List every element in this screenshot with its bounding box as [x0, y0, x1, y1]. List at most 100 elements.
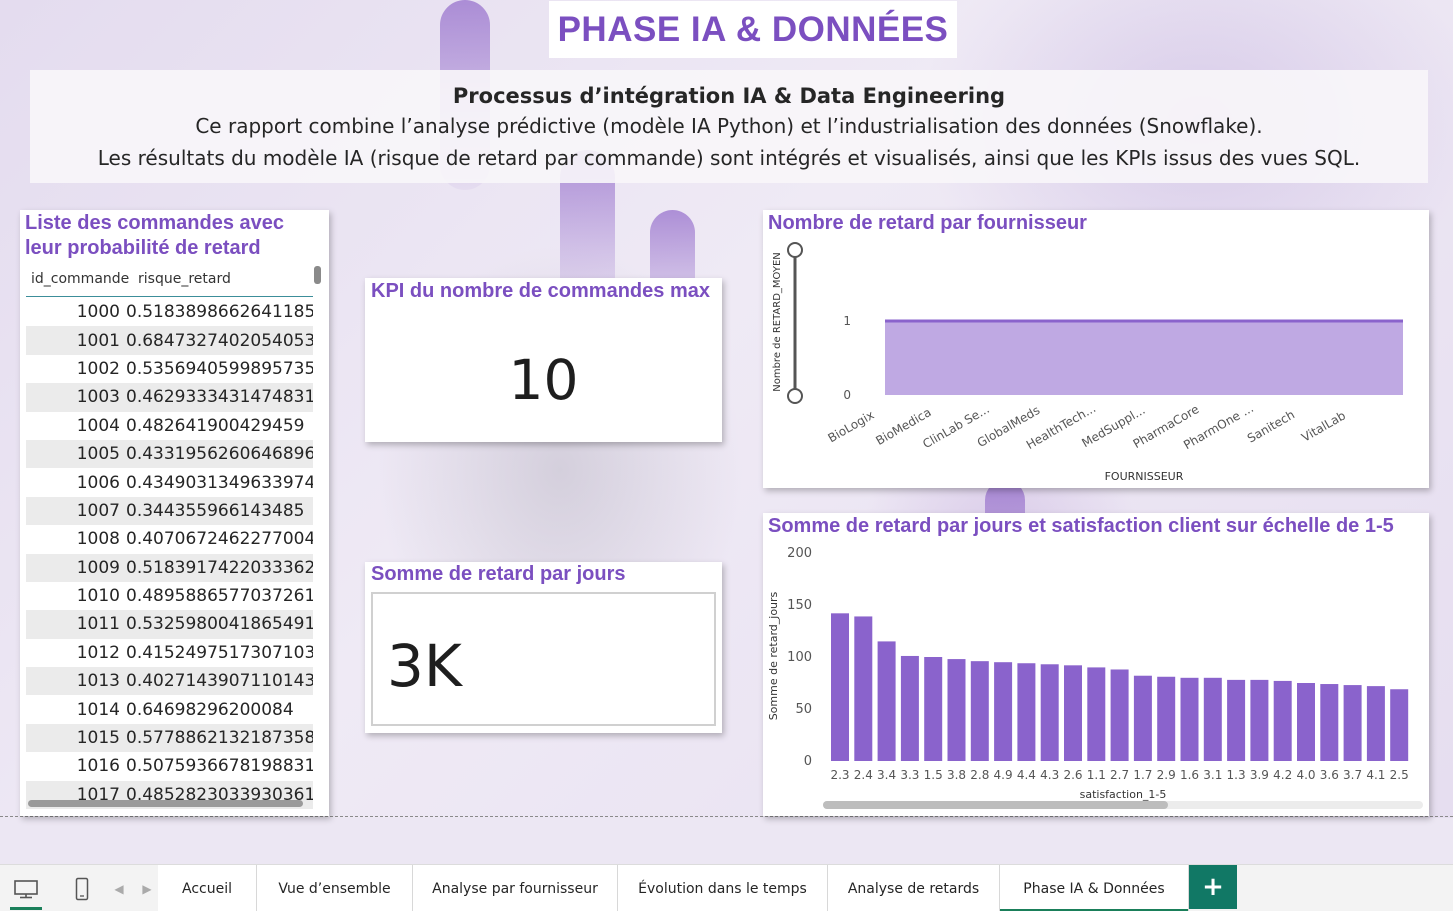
x-tick-label: 2.9 — [1157, 768, 1176, 782]
table-row[interactable]: 1007 0.344355966143485 — [26, 496, 313, 526]
table-row[interactable]: 1014 0.64698296200084 — [26, 695, 313, 723]
tab-accueil[interactable]: Accueil — [158, 865, 257, 911]
bar — [1133, 675, 1152, 761]
bar — [854, 616, 873, 761]
cell-risque-retard: 0.5183898662641185 — [126, 302, 313, 323]
table-row[interactable]: 1006 0.43490313496339744 — [26, 468, 313, 496]
cell-id-commande: 1008 — [76, 529, 120, 550]
cell-id-commande: 1003 — [76, 387, 120, 408]
x-tick-label: 2.4 — [854, 768, 873, 782]
bar — [994, 662, 1013, 761]
bar — [1017, 663, 1036, 761]
y-axis-label: Somme de retard_jours — [767, 591, 780, 720]
x-axis-label: FOURNISSEUR — [1105, 470, 1184, 483]
satisfaction-delay-chart-card[interactable]: Somme de retard par jours et satisfactio… — [763, 513, 1429, 816]
table-row[interactable]: 1008 0.40706724622770046 — [26, 525, 313, 553]
cell-id-commande: 1013 — [76, 671, 120, 692]
y-axis-label: Nombre de RETARD_MOYEN — [772, 252, 783, 392]
bar — [1203, 677, 1222, 761]
chevron-right-icon[interactable]: ▶ — [140, 865, 154, 911]
mobile-icon[interactable] — [70, 865, 94, 911]
column-header-risk[interactable]: risque_retard — [138, 271, 231, 287]
page-tab-bar: ◀ ▶ Accueil Vue d’ensemble Analyse par f… — [0, 864, 1453, 911]
bar — [1227, 679, 1246, 761]
table-body: 1000 0.5183898662641185 1001 0.684732740205… — [26, 298, 313, 810]
chevron-left-icon[interactable]: ◀ — [112, 865, 126, 911]
x-tick-label: 1.1 — [1087, 768, 1106, 782]
supplier-delay-chart: Nombre de RETARD_MOYEN01BioLogixBioMedic… — [772, 242, 1403, 483]
table-row[interactable]: 1012 0.4152497517307103 — [26, 639, 313, 667]
table-row[interactable]: 1013 0.4027143907110143 — [26, 667, 313, 696]
x-tick-label: 1.6 — [1180, 768, 1199, 782]
bar — [947, 659, 966, 761]
x-tick-label: 3.9 — [1250, 768, 1269, 782]
bar — [831, 613, 849, 761]
orders-table-title: Liste des commandes avec leur probabilit… — [25, 212, 285, 259]
cell-risque-retard: 0.5356940599895735 — [126, 358, 313, 379]
x-tick-label: 3.1 — [1203, 768, 1222, 782]
x-tick-label: 3.8 — [947, 768, 966, 782]
table-row[interactable]: 1010 0.4895886577037261 — [26, 582, 313, 610]
table-row[interactable]: 1002 0.5356940599895735 — [26, 355, 313, 383]
bar — [1087, 667, 1106, 761]
kpi-delay-sum-card[interactable]: Somme de retard par jours 3K — [365, 562, 722, 733]
kpi-delay-sum-frame: 3K — [371, 592, 716, 726]
cell-id-commande: 1016 — [76, 756, 120, 777]
kpi-max-orders-title: KPI du nombre de commandes max — [371, 280, 710, 302]
cell-id-commande: 1006 — [76, 472, 120, 493]
table-row[interactable]: 1001 0.6847327402054053 — [26, 326, 313, 355]
table-row[interactable]: 1009 0.5183917422033362 — [26, 553, 313, 582]
table-row[interactable]: 1016 0.5075936678198831 — [26, 752, 313, 780]
cell-risque-retard: 0.482641900429459 — [126, 415, 305, 436]
cell-id-commande: 1014 — [76, 699, 120, 720]
description-line-2: Les résultats du modèle IA (risque de re… — [97, 146, 1361, 170]
supplier-delay-chart-card[interactable]: Nombre de retard par fournisseur Nombre … — [763, 210, 1429, 488]
desktop-icon[interactable] — [8, 865, 44, 911]
x-tick-label: 2.5 — [1390, 768, 1409, 782]
kpi-delay-sum-title: Somme de retard par jours — [371, 563, 626, 585]
table-row[interactable]: 1004 0.482641900429459 — [26, 412, 313, 440]
cell-id-commande: 1010 — [76, 586, 120, 607]
y-tick-label: 0 — [804, 754, 812, 769]
cell-id-commande: 1009 — [76, 557, 120, 578]
y-zoom-slider-handle — [787, 242, 803, 258]
vertical-scrollbar[interactable] — [314, 266, 321, 284]
tab-phase-ia-donnees[interactable]: Phase IA & Données — [1000, 865, 1189, 911]
horizontal-scrollbar-thumb — [823, 801, 1168, 809]
orders-table-card[interactable]: Liste des commandes avec leur probabilit… — [20, 210, 329, 816]
x-tick-label: 3.6 — [1320, 768, 1339, 782]
cell-risque-retard: 0.5183917422033362 — [126, 557, 313, 578]
tab-vue-ensemble[interactable]: Vue d’ensemble — [257, 865, 413, 911]
column-header-id[interactable]: id_commande — [31, 271, 129, 287]
y-tick-label: 0 — [843, 388, 851, 402]
horizontal-scrollbar[interactable] — [28, 800, 303, 807]
cell-risque-retard: 0.64698296200084 — [126, 699, 294, 720]
description-box: Processus d’intégration IA & Data Engine… — [30, 70, 1428, 183]
tab-analyse-retards[interactable]: Analyse de retards — [828, 865, 1000, 911]
cell-risque-retard: 0.4895886577037261 — [126, 586, 313, 607]
bar — [1390, 689, 1409, 761]
tab-analyse-fournisseur[interactable]: Analyse par fournisseur — [413, 865, 618, 911]
table-row[interactable]: 1000 0.5183898662641185 — [26, 298, 313, 326]
cell-id-commande: 1012 — [76, 642, 120, 663]
bar — [970, 661, 989, 761]
table-row[interactable]: 1005 0.4331956260646896 — [26, 439, 313, 469]
table-row[interactable]: 1015 0.5778862132187358 — [26, 723, 313, 753]
add-page-button[interactable]: + — [1189, 865, 1237, 909]
cell-risque-retard: 0.344355966143485 — [126, 500, 305, 521]
bar — [900, 655, 919, 761]
table-row[interactable]: 1003 0.46293334314748313 — [26, 383, 313, 412]
cell-risque-retard: 0.43490313496339744 — [126, 472, 313, 493]
tab-evolution-temps[interactable]: Évolution dans le temps — [618, 865, 828, 911]
bar — [1040, 664, 1059, 761]
kpi-max-orders-card[interactable]: KPI du nombre de commandes max 10 — [365, 278, 722, 442]
y-tick-label: 1 — [843, 314, 851, 328]
x-tick-label: 3.4 — [877, 768, 896, 782]
cell-risque-retard: 0.4027143907110143 — [126, 671, 313, 692]
cell-risque-retard: 0.6847327402054053 — [126, 330, 313, 351]
x-tick-label: 1.5 — [924, 768, 943, 782]
table-row[interactable]: 1011 0.5325980041865491 — [26, 610, 313, 639]
cell-risque-retard: 0.5778862132187358 — [126, 728, 313, 749]
bar — [1343, 685, 1362, 761]
bar — [1180, 677, 1199, 761]
